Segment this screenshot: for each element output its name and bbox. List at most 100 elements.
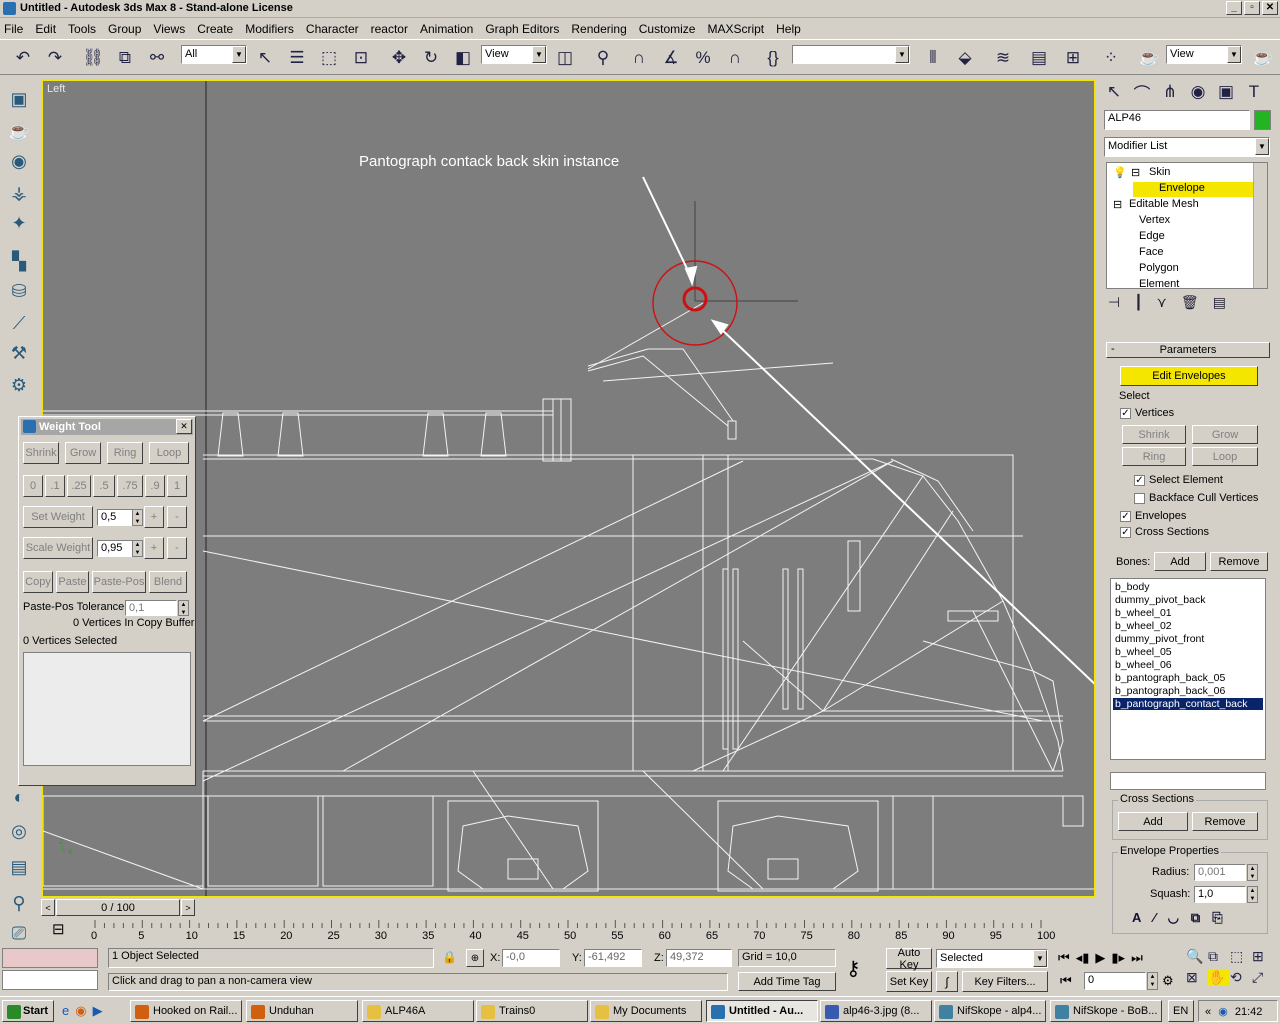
- tray-chevron-icon[interactable]: «: [1205, 1006, 1211, 1018]
- bone-name-field[interactable]: [1110, 772, 1266, 790]
- remove-modifier-icon[interactable]: 🗑: [1181, 294, 1199, 316]
- auto-key-button[interactable]: Auto Key: [886, 947, 932, 971]
- sphere-icon[interactable]: ◉: [6, 148, 32, 174]
- light-icon[interactable]: ⚶: [6, 180, 32, 206]
- maximize-viewport-icon[interactable]: ⤢: [1252, 969, 1274, 986]
- absolute-relative-icon[interactable]: A: [1132, 910, 1141, 926]
- bone-item-selected[interactable]: b_pantograph_contact_back: [1113, 698, 1263, 710]
- snaps-toggle-icon[interactable]: ∩: [626, 45, 652, 71]
- wt-scale-weight-field[interactable]: 0,95: [97, 540, 133, 557]
- menu-rendering[interactable]: Rendering: [571, 22, 626, 36]
- extrude-icon[interactable]: ⛁: [6, 278, 32, 304]
- menu-reactor[interactable]: reactor: [371, 22, 408, 36]
- ie-icon[interactable]: e: [62, 1003, 69, 1019]
- track-bar[interactable]: 0 5 10 15 20 25 30 35 40 45 50 55 60 65 70 75 80 85 90 95 10…: [41, 918, 1096, 945]
- menu-character[interactable]: Character: [306, 22, 359, 36]
- cs-remove-button[interactable]: Remove: [1192, 812, 1258, 831]
- reactor-icon[interactable]: ◐: [6, 784, 32, 810]
- taskbar-item[interactable]: My Documents: [590, 1000, 702, 1022]
- stack-item-skin[interactable]: Skin: [1149, 166, 1170, 178]
- current-frame-spinner[interactable]: ▲ ▼: [1147, 972, 1158, 990]
- weight-tool-titlebar[interactable]: Weight Tool: [21, 419, 193, 435]
- create-tab-icon[interactable]: ↖: [1102, 80, 1126, 104]
- go-to-start-icon[interactable]: ⏮: [1058, 950, 1070, 966]
- curve-editor-icon[interactable]: ▤: [1026, 45, 1052, 71]
- pan-icon[interactable]: ✋: [1208, 969, 1230, 986]
- wt-ring-button[interactable]: Ring: [107, 442, 143, 464]
- wt-blend-button[interactable]: Blend: [149, 571, 187, 593]
- field-of-view-icon[interactable]: ⊠: [1186, 969, 1208, 986]
- vertices-checkbox[interactable]: ✓ Vertices: [1120, 407, 1174, 419]
- wt-preset-0-75[interactable]: .75: [117, 475, 143, 497]
- select-object-icon[interactable]: ↖: [252, 45, 278, 71]
- zoom-extents-all-icon[interactable]: ⊞: [1252, 948, 1274, 965]
- camera-icon[interactable]: ✦: [6, 210, 32, 236]
- selection-filter-dropdown[interactable]: All ▼: [181, 45, 247, 64]
- menu-file[interactable]: File: [4, 22, 23, 36]
- percent-snap-icon[interactable]: %: [690, 45, 716, 71]
- z-coordinate-field[interactable]: 49,372: [666, 949, 732, 967]
- lock-selection-icon[interactable]: 🔒: [442, 950, 457, 964]
- hammer-icon[interactable]: ⚒: [6, 340, 32, 366]
- properties-icon[interactable]: ▤: [6, 854, 32, 880]
- stack-item-vertex[interactable]: Vertex: [1139, 214, 1170, 226]
- time-slider[interactable]: < 0 / 100 >: [41, 899, 1096, 917]
- time-configuration-icon[interactable]: ⚙: [1162, 973, 1174, 989]
- stack-item-face[interactable]: Face: [1139, 246, 1163, 258]
- wt-preset-1[interactable]: 1: [167, 475, 187, 497]
- bone-item[interactable]: dummy_pivot_front: [1115, 633, 1265, 645]
- maxscript-listener-mini[interactable]: [2, 948, 98, 968]
- configure-sets-icon[interactable]: ▤: [1213, 294, 1226, 316]
- undo-icon[interactable]: ↶: [10, 45, 36, 71]
- wt-shrink-button[interactable]: Shrink: [23, 442, 59, 464]
- window-crossing-icon[interactable]: ⊡: [348, 45, 374, 71]
- wt-set-weight-plus[interactable]: +: [144, 506, 164, 528]
- show-end-result-icon[interactable]: ┃: [1134, 294, 1142, 316]
- language-indicator[interactable]: EN: [1168, 1000, 1194, 1022]
- taskbar-item-active[interactable]: Untitled - Au...: [706, 1000, 818, 1022]
- taskbar-item[interactable]: NifSkope - alp4...: [934, 1000, 1046, 1022]
- menu-group[interactable]: Group: [108, 22, 141, 36]
- spinner-snap-icon[interactable]: ∩: [722, 45, 748, 71]
- taskbar-item[interactable]: Hooked on Rail...: [130, 1000, 242, 1022]
- add-time-tag-button[interactable]: Add Time Tag: [738, 972, 836, 991]
- time-slider-thumb[interactable]: 0 / 100: [56, 899, 180, 916]
- bone-item[interactable]: b_pantograph_back_06: [1115, 685, 1265, 697]
- next-frame-icon[interactable]: ▮▸: [1111, 950, 1125, 966]
- wt-tolerance-field[interactable]: 0,1: [125, 600, 177, 616]
- wt-set-weight-button[interactable]: Set Weight: [23, 506, 93, 528]
- play-icon[interactable]: ▶: [1095, 950, 1105, 966]
- network-icon[interactable]: ◉: [1218, 1006, 1228, 1018]
- absolute-mode-icon[interactable]: ⊕: [466, 949, 484, 967]
- wt-set-weight-minus[interactable]: -: [167, 506, 187, 528]
- weight-tool-close-button[interactable]: ✕: [176, 419, 192, 434]
- create-box-icon[interactable]: ▣: [6, 86, 32, 112]
- angle-snap-icon[interactable]: ∡: [658, 45, 684, 71]
- time-next-icon[interactable]: >: [181, 899, 195, 916]
- rectangular-selection-icon[interactable]: ⬚: [316, 45, 342, 71]
- preview-icon[interactable]: ⚲: [6, 890, 32, 916]
- wt-grow-button[interactable]: Grow: [65, 442, 101, 464]
- radius-field[interactable]: 0,001: [1194, 864, 1246, 881]
- media-player-icon[interactable]: ▶: [93, 1003, 103, 1019]
- envelopes-checkbox[interactable]: ✓ Envelopes: [1120, 510, 1186, 522]
- menu-tools[interactable]: Tools: [68, 22, 96, 36]
- maxscript-input[interactable]: [2, 970, 98, 990]
- key-mode-dropdown[interactable]: Selected ▼: [936, 949, 1048, 968]
- wt-scale-weight-button[interactable]: Scale Weight: [23, 537, 93, 559]
- paste-envelope-icon[interactable]: ⎘: [1212, 910, 1222, 926]
- layer-manager-icon[interactable]: ≋: [990, 45, 1016, 71]
- object-color-swatch[interactable]: [1254, 110, 1271, 130]
- track-bar-menu-icon[interactable]: ⊟: [52, 920, 65, 938]
- add-bone-button[interactable]: Add: [1154, 552, 1206, 571]
- schematic-view-icon[interactable]: ⊞: [1060, 45, 1086, 71]
- make-unique-icon[interactable]: ⋎: [1157, 294, 1167, 316]
- zoom-all-icon[interactable]: ⧉: [1208, 948, 1230, 965]
- viewport-left[interactable]: Left Pantograph contack back skin instan…: [41, 79, 1096, 898]
- edit-named-selection-icon[interactable]: {}: [760, 45, 786, 71]
- reference-coordinate-dropdown[interactable]: View ▼: [481, 45, 547, 64]
- named-selection-dropdown[interactable]: ▼: [792, 45, 910, 64]
- set-key-button[interactable]: Set Key: [886, 971, 932, 992]
- wt-set-weight-field[interactable]: 0,5: [97, 509, 133, 526]
- previous-frame-icon[interactable]: ◂▮: [1076, 950, 1090, 966]
